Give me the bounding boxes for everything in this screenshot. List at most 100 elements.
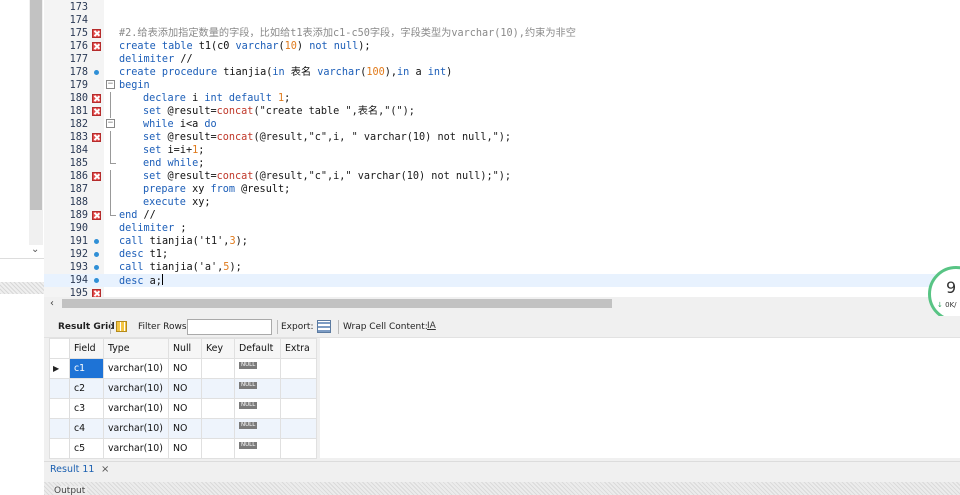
code-line[interactable]: 194 desc a; <box>44 274 960 287</box>
row-header[interactable] <box>49 398 70 419</box>
error-marker-icon[interactable] <box>92 289 101 297</box>
row-header[interactable] <box>49 438 70 459</box>
fold-toggle-icon[interactable]: − <box>106 80 115 89</box>
cell-extra[interactable] <box>280 358 317 379</box>
column-header-extra[interactable]: Extra <box>280 338 317 359</box>
column-header-field[interactable]: Field <box>69 338 104 359</box>
code-line[interactable]: 179 − begin <box>44 79 960 92</box>
cell-field[interactable]: c3 <box>69 398 104 419</box>
cell-type[interactable]: varchar(10) <box>103 378 169 399</box>
cell-default[interactable]: NULL <box>234 438 281 459</box>
code-line[interactable]: 191 call tianjia('t1',3); <box>44 235 960 248</box>
cell-field[interactable]: c2 <box>69 378 104 399</box>
code-line[interactable]: 193 call tianjia('a',5); <box>44 261 960 274</box>
code-line[interactable]: 180 declare i int default 1; <box>44 92 960 105</box>
column-header-null[interactable]: Null <box>168 338 202 359</box>
code-line[interactable]: 187 prepare xy from @result; <box>44 183 960 196</box>
code-line[interactable]: 185 end while; <box>44 157 960 170</box>
cell-default[interactable]: NULL <box>234 398 281 419</box>
code-line[interactable]: 181 set @result=concat("create table ",表名… <box>44 105 960 118</box>
cell-extra[interactable] <box>280 438 317 459</box>
cell-field[interactable]: c1 <box>69 358 104 379</box>
cell-key[interactable] <box>201 398 235 419</box>
cell-key[interactable] <box>201 358 235 379</box>
cell-type[interactable]: varchar(10) <box>103 358 169 379</box>
close-icon[interactable]: × <box>101 464 109 475</box>
cell-type[interactable]: varchar(10) <box>103 418 169 439</box>
code-line[interactable]: 192 desc t1; <box>44 248 960 261</box>
editor-horizontal-scrollbar[interactable]: ‹ <box>44 297 960 311</box>
error-marker-icon[interactable] <box>92 94 101 103</box>
error-marker-icon[interactable] <box>92 42 101 51</box>
cell-default[interactable]: NULL <box>234 418 281 439</box>
fold-toggle-icon[interactable]: − <box>106 119 115 128</box>
code-line[interactable]: 174 <box>44 14 960 27</box>
code-line[interactable]: 188 execute xy; <box>44 196 960 209</box>
cell-extra[interactable] <box>280 398 317 419</box>
cell-field[interactable]: c4 <box>69 418 104 439</box>
column-header-type[interactable]: Type <box>103 338 169 359</box>
code-line[interactable]: 178 create procedure tianjia(in 表名 varcha… <box>44 66 960 79</box>
cell-type[interactable]: varchar(10) <box>103 438 169 459</box>
cell-key[interactable] <box>201 418 235 439</box>
code-line[interactable]: 195 <box>44 287 960 297</box>
code-line[interactable]: 176 create table t1(c0 varchar(10) not nu… <box>44 40 960 53</box>
table-row[interactable]: ▶ c1 varchar(10) NO NULL <box>49 358 317 379</box>
tab-result-11[interactable]: Result 11 <box>50 464 94 475</box>
cell-null[interactable]: NO <box>168 438 202 459</box>
cell-field[interactable]: c5 <box>69 438 104 459</box>
code-line[interactable]: 182− while i<a do <box>44 118 960 131</box>
splitter-handle[interactable] <box>0 282 44 294</box>
row-header[interactable] <box>49 378 70 399</box>
statement-marker-icon[interactable] <box>94 265 99 270</box>
horizontal-scroll-thumb[interactable] <box>62 299 612 308</box>
chevron-down-icon[interactable]: ⌄ <box>31 244 39 255</box>
sql-editor[interactable]: 173 174 175 #2.给表添加指定数量的字段，比如给t1表添加c1-c50字段… <box>44 0 960 297</box>
code-line[interactable]: 183 set @result=concat(@result,"c",i, " v… <box>44 131 960 144</box>
statement-marker-icon[interactable] <box>94 70 99 75</box>
statement-marker-icon[interactable] <box>94 239 99 244</box>
error-marker-icon[interactable] <box>92 29 101 38</box>
cell-default[interactable]: NULL <box>234 358 281 379</box>
code-line[interactable]: 189 end // <box>44 209 960 222</box>
cell-null[interactable]: NO <box>168 378 202 399</box>
grid-view-icon[interactable] <box>116 321 127 332</box>
error-marker-icon[interactable] <box>92 133 101 142</box>
error-marker-icon[interactable] <box>92 107 101 116</box>
error-marker-icon[interactable] <box>92 211 101 220</box>
code-line[interactable]: 190 delimiter ; <box>44 222 960 235</box>
export-icon[interactable] <box>317 320 331 333</box>
table-row[interactable]: c4 varchar(10) NO NULL <box>49 418 317 439</box>
table-row[interactable]: c2 varchar(10) NO NULL <box>49 378 317 399</box>
column-header-default[interactable]: Default <box>234 338 281 359</box>
wrap-cell-toggle-icon[interactable]: IA <box>427 321 436 331</box>
cell-null[interactable]: NO <box>168 418 202 439</box>
line-number: 174 <box>69 15 88 26</box>
filter-rows-input[interactable] <box>187 319 272 335</box>
output-panel-header[interactable]: Output <box>44 482 960 495</box>
table-row[interactable]: c3 varchar(10) NO NULL <box>49 398 317 419</box>
column-header-key[interactable]: Key <box>201 338 235 359</box>
statement-marker-icon[interactable] <box>94 252 99 257</box>
cell-null[interactable]: NO <box>168 398 202 419</box>
cell-extra[interactable] <box>280 378 317 399</box>
arrow-left-icon[interactable]: ‹ <box>50 297 54 311</box>
cell-extra[interactable] <box>280 418 317 439</box>
row-header[interactable] <box>49 418 70 439</box>
cell-key[interactable] <box>201 378 235 399</box>
code-line[interactable]: 186 set @result=concat(@result,"c",i," va… <box>44 170 960 183</box>
error-marker-icon[interactable] <box>92 172 101 181</box>
code-line[interactable]: 175 #2.给表添加指定数量的字段，比如给t1表添加c1-c50字段，字段类型为… <box>44 27 960 40</box>
code-line[interactable]: 184 set i=i+1; <box>44 144 960 157</box>
table-row[interactable]: c5 varchar(10) NO NULL <box>49 438 317 459</box>
result-grid-tab[interactable]: Result Grid <box>58 316 115 338</box>
cell-type[interactable]: varchar(10) <box>103 398 169 419</box>
row-pointer-icon[interactable]: ▶ <box>49 358 70 379</box>
statement-marker-icon[interactable] <box>94 278 99 283</box>
code-line[interactable]: 177 delimiter // <box>44 53 960 66</box>
code-line[interactable]: 173 <box>44 1 960 14</box>
cell-null[interactable]: NO <box>168 358 202 379</box>
cell-default[interactable]: NULL <box>234 378 281 399</box>
navigator-scroll-thumb[interactable] <box>30 0 42 210</box>
cell-key[interactable] <box>201 438 235 459</box>
